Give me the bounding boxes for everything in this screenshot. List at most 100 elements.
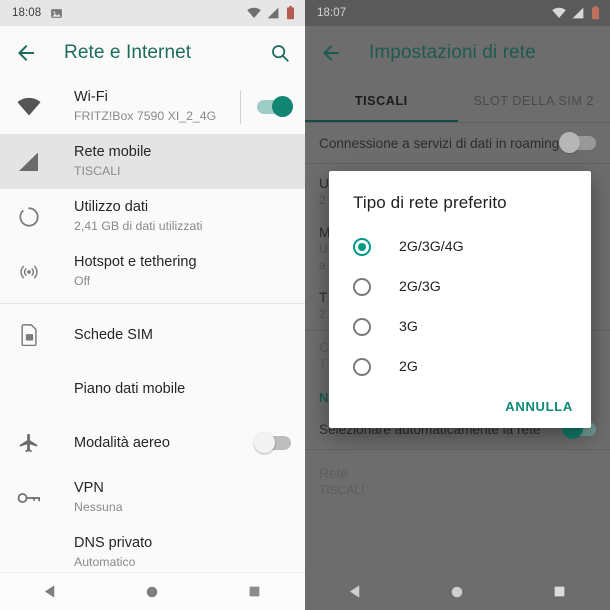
toggle-knob [272,95,293,117]
status-bar-time: 18:07 [317,7,347,19]
right-navigation-bar [305,572,610,610]
status-bar-system-icons [552,6,600,20]
network-settings-list: Wi-Fi FRITZ!Box 7590 XI_2_4G Rete mobile… [0,79,305,585]
list-item-vpn[interactable]: VPN Nessuna [0,470,305,525]
radio-option-2g3g4g[interactable]: 2G/3G/4G [329,227,591,267]
dual-screenshot: 18:08 Rete e Internet Wi-Fi FRITZ!Box 75… [0,0,610,610]
list-item-subtitle: Off [74,274,91,288]
radio-option-label: 2G/3G/4G [399,239,464,255]
radio-option-3g[interactable]: 3G [329,307,591,347]
list-item-subtitle: TISCALI [74,164,121,178]
radio-button-icon[interactable] [353,358,371,376]
status-bar-time: 18:08 [12,7,42,19]
left-status-bar: 18:08 [0,0,305,26]
radio-button-icon[interactable] [353,238,371,256]
signal-icon [14,151,44,173]
bg-row-text: Connessione a servizi di dati in roaming [319,136,562,151]
tab-slot-sim-2[interactable]: SLOT DELLA SIM 2 [458,79,610,122]
sim-card-icon [14,324,44,346]
home-circle-icon[interactable] [129,585,175,599]
back-arrow-icon[interactable] [14,41,38,65]
back-triangle-icon[interactable] [333,584,379,599]
tab-tiscali[interactable]: TISCALI [305,79,458,122]
right-app-bar: Impostazioni di rete [305,26,610,79]
data-usage-icon [14,206,44,228]
radio-option-label: 3G [399,319,418,335]
list-item-subtitle: Automatico [74,555,136,569]
bg-row-subtitle: 2 [319,307,326,321]
radio-option-2g3g[interactable]: 2G/3G [329,267,591,307]
list-item-title: Piano dati mobile [74,380,186,397]
recents-square-icon[interactable] [231,585,277,598]
back-arrow-icon[interactable] [319,41,343,65]
page-title: Impostazioni di rete [369,41,536,63]
left-app-bar: Rete e Internet [0,26,305,79]
radio-option-label: 2G/3G [399,279,441,295]
toggle-knob [559,132,580,153]
list-item-text: Schede SIM [74,326,291,345]
sim-tabs: TISCALI SLOT DELLA SIM 2 [305,79,610,123]
bg-row-subtitle: T [319,357,327,371]
bg-row-subtitle: U [319,242,328,256]
list-item-text: Piano dati mobile [74,380,291,399]
list-item-subtitle: Nessuna [74,500,123,514]
status-bar-system-icons [247,6,295,20]
list-item-hotspot-tethering[interactable]: Hotspot e tethering Off [0,244,305,299]
cellular-signal-icon [572,7,585,19]
wifi-icon [14,97,44,117]
airplane-mode-toggle[interactable] [254,432,291,453]
bg-row-rete[interactable]: Rete TISCALI [305,450,610,506]
list-item-text: Wi-Fi FRITZ!Box 7590 XI_2_4G [74,88,236,125]
wifi-icon [247,7,261,19]
list-item-utilizzo-dati[interactable]: Utilizzo dati 2,41 GB di dati utilizzati [0,189,305,244]
list-item-schede-sim[interactable]: Schede SIM [0,308,305,362]
list-item-rete-mobile[interactable]: Rete mobile TISCALI [0,134,305,189]
list-item-title: DNS privato [74,535,153,551]
toggle-knob [254,432,275,453]
right-status-bar: 18:07 [305,0,610,26]
preferred-network-type-dialog: Tipo di rete preferito 2G/3G/4G 2G/3G 3G… [329,171,591,428]
wifi-toggle[interactable] [257,95,293,117]
battery-icon [286,6,295,20]
left-navigation-bar [0,572,305,610]
bg-row-title: C [319,340,329,355]
list-item-piano-dati-mobile[interactable]: Piano dati mobile [0,362,305,416]
radio-option-2g[interactable]: 2G [329,347,591,387]
list-item-text: Modalità aereo [74,434,257,453]
back-triangle-icon[interactable] [28,584,74,599]
bg-row-subtitle-2: a [319,258,326,272]
bg-row-roaming[interactable]: Connessione a servizi di dati in roaming [305,123,610,163]
bg-row-title: Rete [319,466,348,481]
recents-square-icon[interactable] [536,585,582,598]
bg-row-subtitle: TISCALI [319,483,365,497]
bg-row-subtitle: 2 [319,193,326,207]
list-item-text: Utilizzo dati 2,41 GB di dati utilizzati [74,198,291,235]
radio-button-icon[interactable] [353,278,371,296]
list-divider [0,303,305,304]
roaming-toggle[interactable] [559,132,596,153]
list-item-wifi[interactable]: Wi-Fi FRITZ!Box 7590 XI_2_4G [0,79,305,134]
list-item-title: Rete mobile [74,144,152,160]
hotspot-icon [14,261,44,283]
home-circle-icon[interactable] [434,585,480,599]
list-item-title: VPN [74,480,104,496]
battery-icon [591,6,600,20]
search-icon[interactable] [269,42,291,64]
list-item-subtitle: 2,41 GB di dati utilizzati [74,219,203,233]
list-item-title: Utilizzo dati [74,199,149,215]
list-item-modalita-aereo[interactable]: Modalità aereo [0,416,305,470]
tab-indicator [305,119,458,122]
image-icon [50,7,63,20]
list-item-text: Rete mobile TISCALI [74,143,291,180]
radio-option-label: 2G [399,359,418,375]
list-item-title: Modalità aereo [74,434,170,451]
list-item-title: Wi-Fi [74,89,108,105]
vpn-key-icon [14,490,44,506]
status-bar-notification-icons [50,7,63,20]
airplane-icon [14,432,44,454]
list-item-title: Hotspot e tethering [74,254,197,270]
radio-button-icon[interactable] [353,318,371,336]
dialog-title: Tipo di rete preferito [353,193,507,212]
page-title: Rete e Internet [64,41,192,63]
cancel-button[interactable]: ANNULLA [505,399,573,414]
